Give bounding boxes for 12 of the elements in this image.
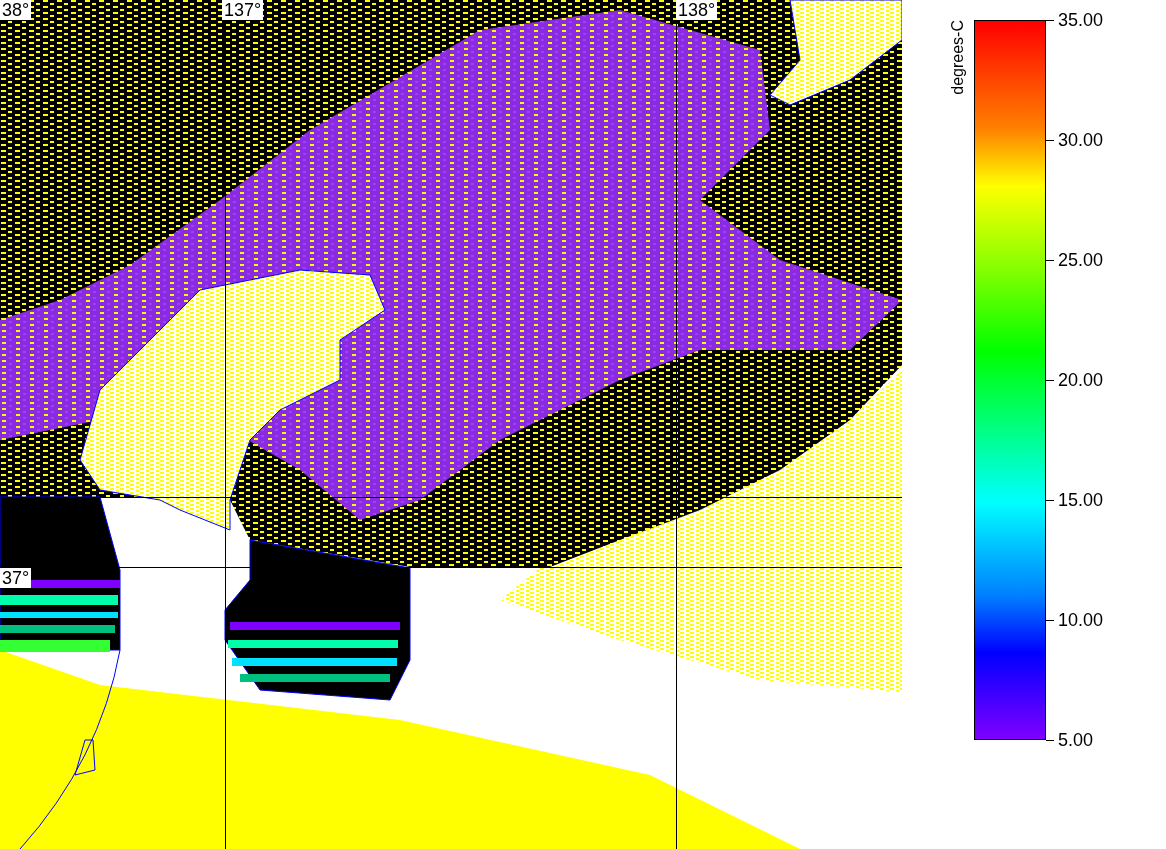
scale-tick-label: 10.00	[1058, 610, 1104, 630]
latitude-label: 38°	[0, 0, 32, 20]
longitude-label: 138°	[676, 0, 718, 20]
scale-tick-label: 25.00	[1058, 250, 1104, 270]
scale-tick-label: 35.00	[1058, 10, 1104, 30]
scale-tick-label: 15.00	[1058, 490, 1104, 510]
latitude-label: 37°	[0, 568, 32, 588]
scale-tick-label: 20.00	[1058, 370, 1104, 390]
scale-title: degrees-C	[948, 20, 967, 95]
longitude-label: 137°	[222, 0, 264, 20]
scale-tick-label: 30.00	[1058, 130, 1104, 150]
scale-tick-label: 5.00	[1058, 730, 1094, 750]
